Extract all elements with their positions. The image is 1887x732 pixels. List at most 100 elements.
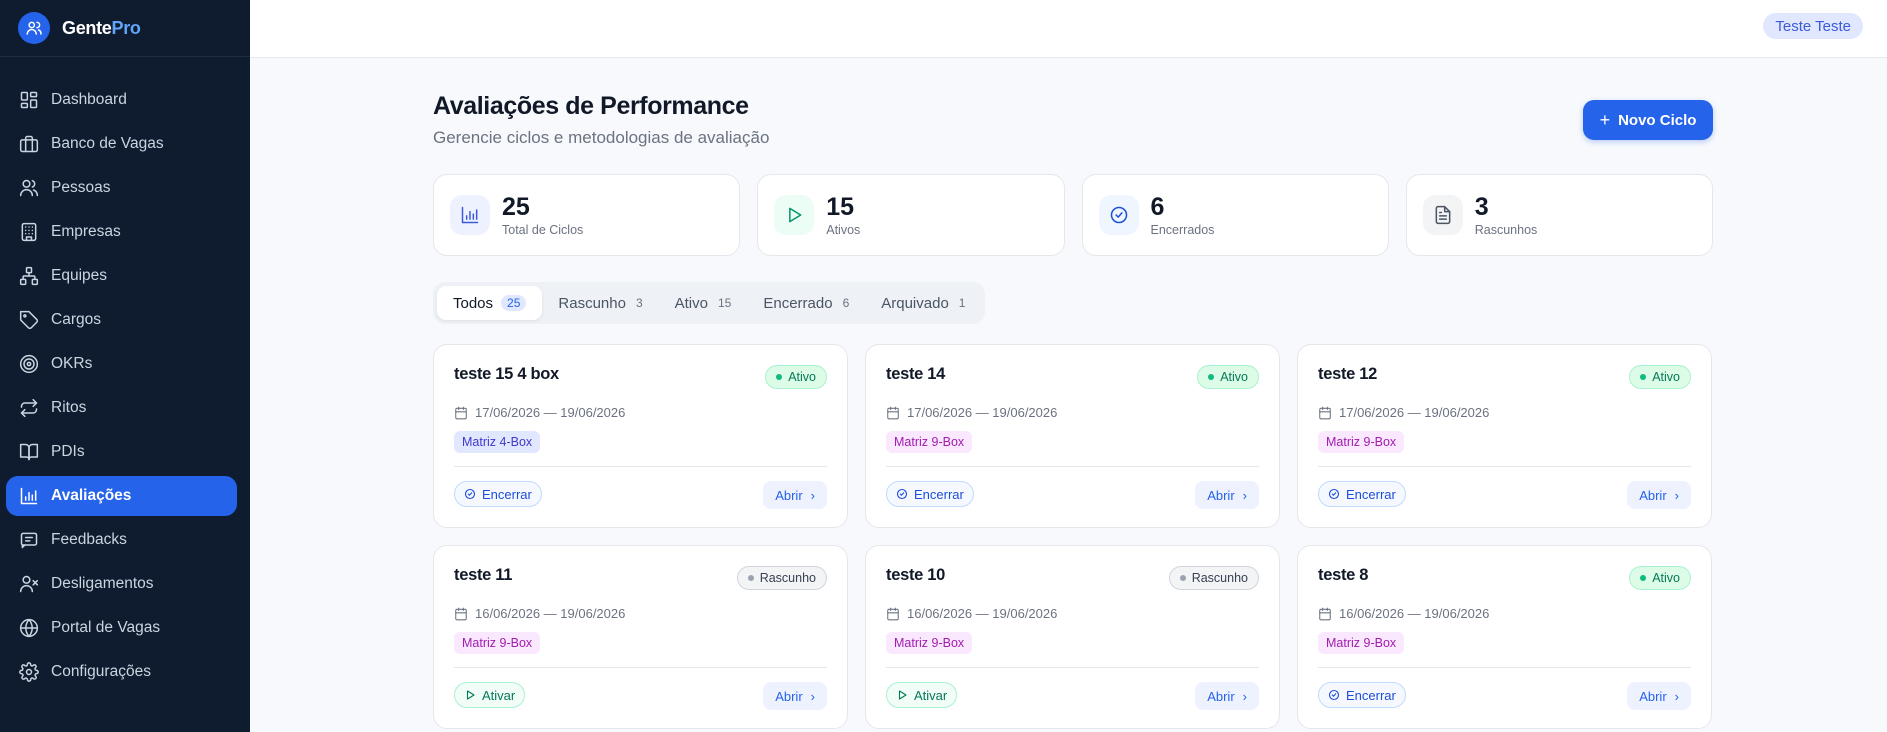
stat-value: 15 (826, 193, 855, 221)
divider (886, 466, 1259, 467)
tab-todos[interactable]: Todos 25 (437, 286, 543, 320)
status-badge: Ativo (1197, 365, 1259, 389)
sidebar-item-label: Configurações (51, 663, 151, 680)
status-label: Ativo (1652, 370, 1680, 384)
status-badge: Rascunho (1168, 566, 1259, 590)
calendar-icon (1318, 406, 1339, 420)
status-dot (1640, 374, 1647, 380)
book-icon (19, 442, 39, 462)
sidebar-item-pessoas[interactable]: Pessoas (6, 168, 237, 208)
encerrar-button[interactable]: Encerrar (886, 481, 974, 507)
sidebar-item-dashboard[interactable]: Dashboard (6, 80, 237, 120)
brand-name-part2: Pro (111, 17, 141, 38)
briefcase-icon (19, 134, 39, 154)
sidebar-item-okrs[interactable]: OKRs (6, 344, 237, 384)
ativar-button[interactable]: Ativar (886, 682, 958, 708)
sidebar-item-cargos[interactable]: Cargos (6, 300, 237, 340)
sidebar-item-label: Pessoas (51, 179, 111, 196)
check-circle-icon (1328, 488, 1346, 500)
stat-label: Total de Ciclos (502, 223, 584, 237)
open-button[interactable]: Abrir › (1627, 682, 1691, 710)
status-label: Rascunho (759, 571, 816, 585)
status-dot (1179, 575, 1186, 581)
sidebar-item-portal-de-vagas[interactable]: Portal de Vagas (6, 608, 237, 648)
date-range: 16/06/2026 — 19/06/2026 (454, 606, 625, 621)
cycle-card[interactable]: teste 14 Ativo 17/06/2026 — 19/06/2026 Matr… (865, 344, 1280, 528)
open-button[interactable]: Abrir › (1195, 682, 1259, 710)
building-icon (19, 222, 39, 242)
sidebar-item-pdis[interactable]: PDIs (6, 432, 237, 472)
play-icon (896, 689, 914, 701)
sidebar-item-configuracoes[interactable]: Configurações (6, 652, 237, 692)
status-badge: Ativo (1629, 365, 1691, 389)
sidebar-item-ritos[interactable]: Ritos (6, 388, 237, 428)
stat-text: 6 Encerrados (1151, 193, 1215, 237)
sidebar-item-desligamentos[interactable]: Desligamentos (6, 564, 237, 604)
brand[interactable]: GentePro (0, 0, 250, 57)
sidebar-item-equipes[interactable]: Equipes (6, 256, 237, 296)
divider (1318, 667, 1691, 668)
open-button[interactable]: Abrir › (1627, 481, 1691, 509)
cycle-card[interactable]: teste 15 4 box Ativo 17/06/2026 — 19/06/20… (433, 344, 848, 528)
tab-rascunho[interactable]: Rascunho 3 (542, 286, 658, 320)
stat-card-encerrados: 6 Encerrados (1081, 174, 1389, 256)
cycle-cards: teste 15 4 box Ativo 17/06/2026 — 19/06/20… (433, 344, 1713, 729)
date-range: 16/06/2026 — 19/06/2026 (1318, 606, 1489, 621)
chevron-right-icon: › (1674, 688, 1679, 704)
date-range: 17/06/2026 — 19/06/2026 (454, 405, 625, 420)
open-label: Abrir (775, 487, 803, 503)
cycle-card[interactable]: teste 11 Rascunho 16/06/2026 — 19/06/2026 M… (433, 545, 848, 729)
stat-card-ativos: 15 Ativos (757, 174, 1065, 256)
encerrar-button[interactable]: Encerrar (454, 481, 542, 507)
encerrar-button[interactable]: Encerrar (1318, 682, 1406, 708)
status-badge: Ativo (765, 365, 827, 389)
tab-arquivado[interactable]: Arquivado 1 (865, 286, 981, 320)
cycle-card[interactable]: teste 12 Ativo 17/06/2026 — 19/06/2026 Matr… (1297, 344, 1712, 528)
tab-label: Encerrado (763, 294, 833, 312)
action-label: Encerrar (914, 486, 964, 502)
open-label: Abrir (1207, 688, 1235, 704)
status-dot (747, 575, 754, 581)
sidebar-item-banco-de-vagas[interactable]: Banco de Vagas (6, 124, 237, 164)
gear-icon (19, 662, 39, 682)
network-icon (19, 266, 39, 286)
tab-label: Arquivado (881, 294, 949, 312)
chevron-right-icon: › (810, 688, 815, 704)
action-label: Encerrar (1346, 687, 1396, 703)
open-button[interactable]: Abrir › (763, 481, 827, 509)
chevron-right-icon: › (1242, 487, 1247, 503)
stat-text: 25 Total de Ciclos (502, 193, 583, 237)
cycle-card[interactable]: teste 10 Rascunho 16/06/2026 — 19/06/2026 M… (865, 545, 1280, 729)
tab-label: Todos (453, 294, 494, 312)
methodology-badge: Matriz 9-Box (886, 632, 973, 654)
cycle-card[interactable]: teste 8 Ativo 16/06/2026 — 19/06/2026 Matri… (1297, 545, 1712, 729)
new-cycle-button[interactable]: + Novo Ciclo (1583, 100, 1713, 140)
status-dot (776, 374, 783, 380)
sidebar-item-avaliacoes[interactable]: Avaliações (6, 476, 237, 516)
open-button[interactable]: Abrir › (1195, 481, 1259, 509)
document-icon (1422, 195, 1463, 235)
encerrar-button[interactable]: Encerrar (1318, 481, 1406, 507)
tab-ativo[interactable]: Ativo 15 (659, 286, 748, 320)
sidebar-item-empresas[interactable]: Empresas (6, 212, 237, 252)
tab-encerrado[interactable]: Encerrado 6 (747, 286, 865, 320)
sidebar-item-label: PDIs (51, 443, 85, 460)
sidebar-item-feedbacks[interactable]: Feedbacks (6, 520, 237, 560)
open-button[interactable]: Abrir › (763, 682, 827, 710)
sidebar-item-label: Desligamentos (51, 575, 154, 592)
bar-chart-icon (450, 195, 490, 235)
status-label: Rascunho (1191, 571, 1248, 585)
open-label: Abrir (1639, 688, 1667, 704)
user-menu[interactable]: Teste Teste (1763, 13, 1863, 39)
date-range-text: 16/06/2026 — 19/06/2026 (475, 606, 626, 621)
users-icon (19, 178, 39, 198)
status-badge: Ativo (1629, 566, 1691, 590)
methodology-badge: Matriz 9-Box (454, 632, 541, 654)
chevron-right-icon: › (810, 487, 815, 503)
methodology-badge: Matriz 9-Box (886, 431, 973, 453)
plus-icon: + (1599, 109, 1611, 130)
ativar-button[interactable]: Ativar (454, 682, 526, 708)
status-tabs: Todos 25 Rascunho 3 Ativo 15 Encerrado 6 Arquiva… (433, 282, 986, 324)
sidebar-item-label: Feedbacks (51, 531, 127, 548)
check-circle-icon (1098, 195, 1139, 235)
